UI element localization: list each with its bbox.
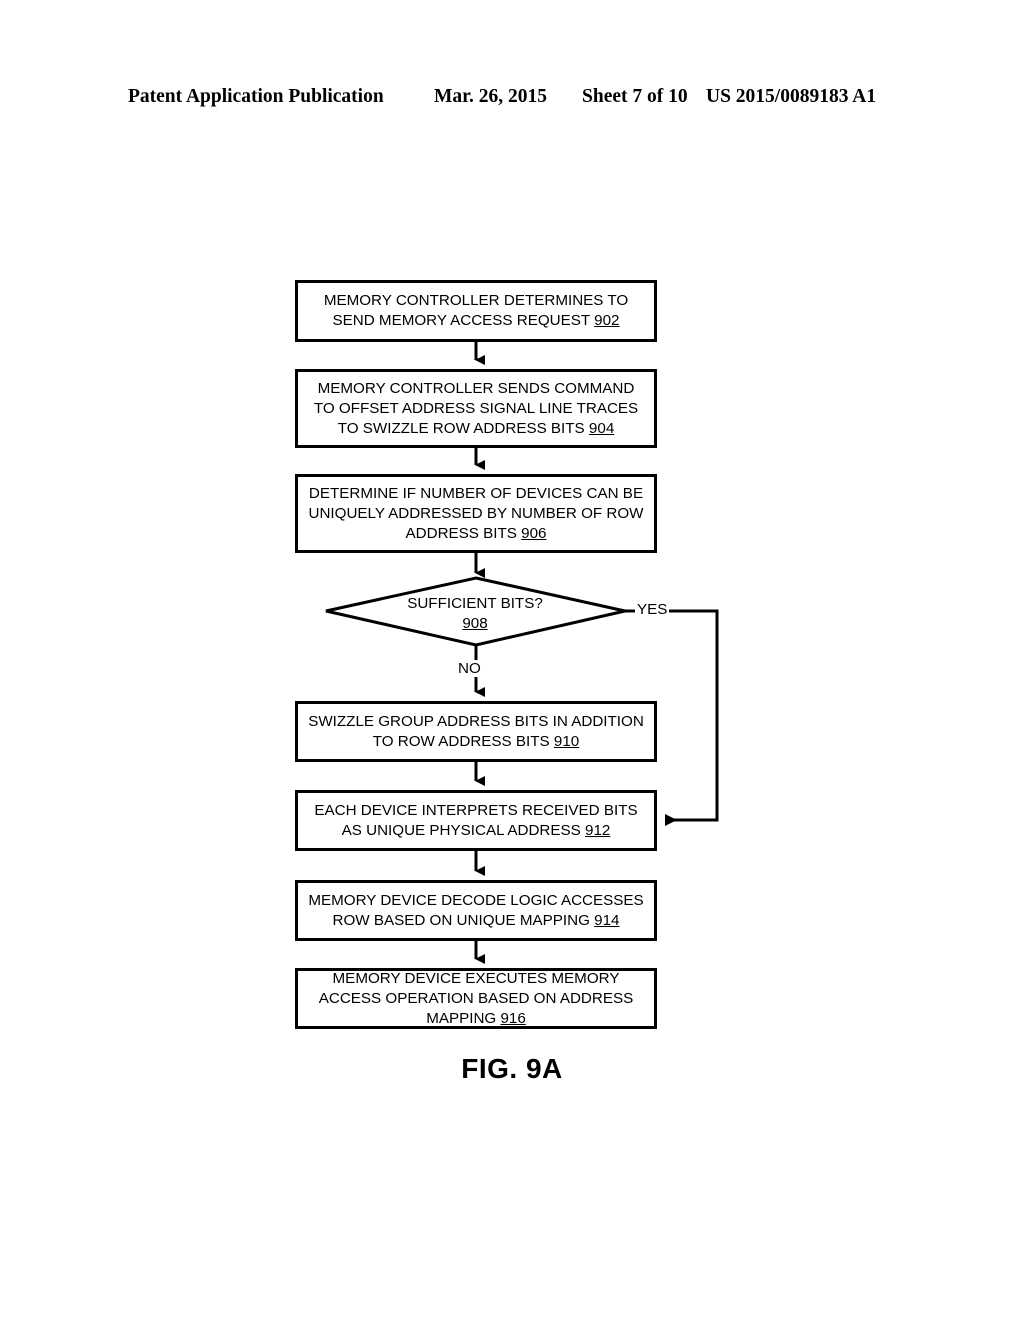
flowchart-node-916: MEMORY DEVICE EXECUTES MEMORY ACCESS OPE… (295, 968, 657, 1029)
flowchart-connectors (325, 342, 719, 964)
node-908-reference: 908 (462, 615, 488, 632)
flowchart-diagram: MEMORY CONTROLLER DETERMINES TO SEND MEM… (0, 0, 1024, 1320)
flowchart-node-912: EACH DEVICE INTERPRETS RECEIVED BITS AS … (295, 790, 657, 851)
node-908-text: SUFFICIENT BITS? (407, 595, 543, 612)
node-912-reference: 912 (585, 821, 611, 839)
flowchart-node-902: MEMORY CONTROLLER DETERMINES TO SEND MEM… (295, 280, 657, 342)
flowchart-node-906: DETERMINE IF NUMBER OF DEVICES CAN BE UN… (295, 474, 657, 553)
node-902-reference: 902 (594, 312, 620, 329)
flowchart-node-914: MEMORY DEVICE DECODE LOGIC ACCESSES ROW … (295, 880, 657, 941)
flowchart-node-904: MEMORY CONTROLLER SENDS COMMAND TO OFFSE… (295, 369, 657, 448)
node-902-text: MEMORY CONTROLLER DETERMINES TO SEND MEM… (323, 292, 629, 329)
node-916-reference: 916 (500, 1009, 526, 1027)
figure-caption: FIG. 9A (461, 1053, 563, 1084)
node-916-text: MEMORY DEVICE EXECUTES MEMORY ACCESS OPE… (318, 969, 634, 1027)
node-910-text: SWIZZLE GROUP ADDRESS BITS IN ADDITION T… (308, 712, 644, 750)
node-906-reference: 906 (521, 524, 547, 542)
node-906-text: DETERMINE IF NUMBER OF DEVICES CAN BE UN… (308, 484, 644, 542)
node-914-reference: 914 (594, 911, 620, 929)
branch-label-no: NO (456, 660, 483, 677)
branch-label-yes: YES (635, 601, 670, 618)
flowchart-node-910: SWIZZLE GROUP ADDRESS BITS IN ADDITION T… (295, 701, 657, 762)
decision-node-908-label: SUFFICIENT BITS? 908 (355, 594, 595, 634)
node-910-reference: 910 (553, 732, 580, 750)
node-904-reference: 904 (588, 419, 615, 437)
